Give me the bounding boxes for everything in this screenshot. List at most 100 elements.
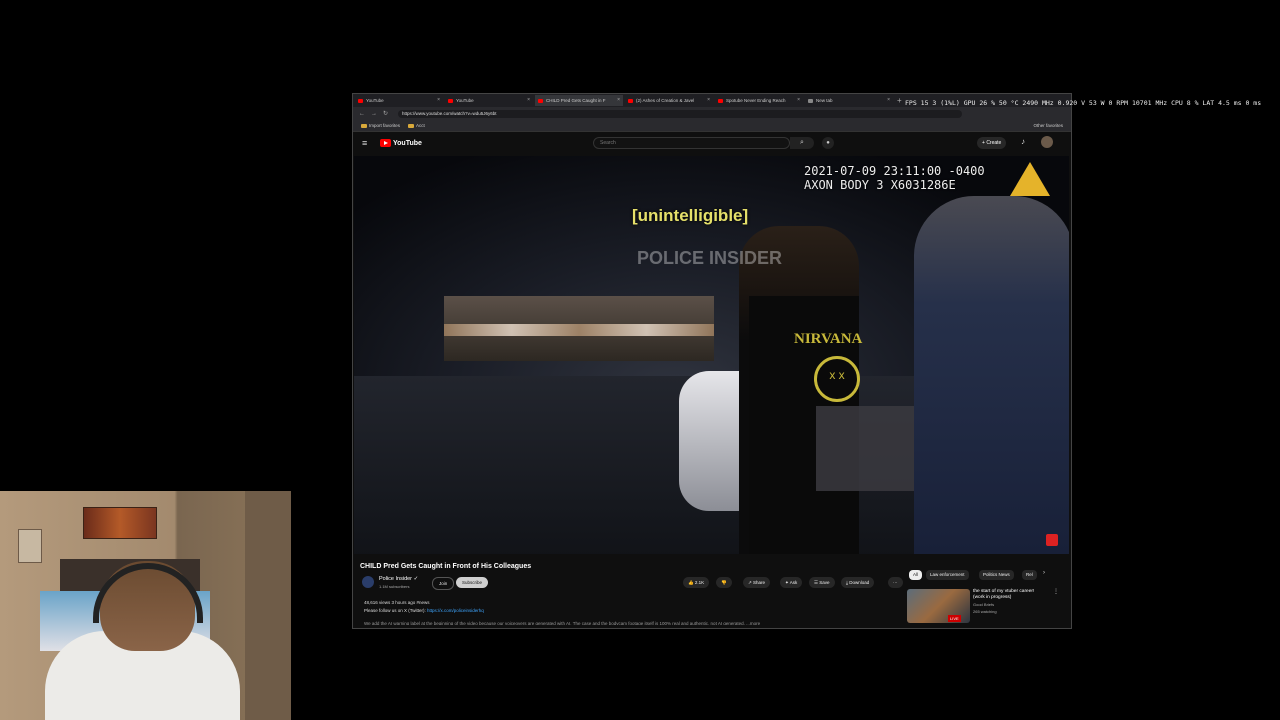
video-caption: [unintelligible] (632, 206, 749, 225)
address-bar: ← → ↻ https://www.youtube.com/watch?v=wd… (353, 107, 1071, 120)
download-button[interactable]: ⤓ Download (841, 577, 875, 588)
new-tab-button[interactable]: + (897, 96, 902, 105)
share-button[interactable]: ↗ Share (743, 577, 771, 588)
youtube-icon (448, 98, 453, 103)
webcam-feed (0, 491, 291, 720)
bookmark-label: Acct (416, 123, 425, 128)
chip-politics-news[interactable]: Politics News (979, 570, 1014, 580)
reload-icon[interactable]: ↻ (383, 110, 388, 117)
close-tab-icon[interactable]: × (527, 97, 530, 103)
chip-all[interactable]: All (909, 570, 923, 580)
logo-text: YouTube (393, 139, 422, 147)
channel-name-text: Police Insider (379, 576, 413, 582)
webcam-painting (83, 507, 157, 539)
browser-window: YouTube × YouTube × CHILD Pred Gets Caught… (352, 93, 1072, 629)
create-button[interactable]: + Create (977, 137, 1007, 149)
bookmarks-bar: Import favorites Acct Other favorites (353, 120, 1071, 132)
forward-icon[interactable]: → (371, 111, 377, 117)
chip-related[interactable]: Rel (1022, 570, 1037, 580)
youtube-play-icon (380, 139, 391, 147)
video-player[interactable]: NIRVANA x x 2021-07-09 23:11:00 -0400 AX… (354, 156, 1069, 554)
save-button[interactable]: ☰ Save (809, 577, 835, 588)
download-label: Download (849, 580, 870, 585)
follow-text: Please follow us on X (Twitter): (364, 608, 428, 613)
tab-label: YouTube (456, 98, 474, 103)
notifications-bell-icon[interactable]: ♪ (1021, 137, 1025, 146)
subscriber-count: 1.1M subscribers (379, 584, 410, 589)
tab-5[interactable]: Spotube Never Ending Reach × (715, 95, 803, 106)
close-tab-icon[interactable]: × (797, 97, 800, 103)
share-label: Share (753, 580, 766, 585)
close-tab-icon[interactable]: × (437, 97, 440, 103)
microphone-icon[interactable]: ● (822, 137, 834, 149)
create-label: Create (986, 140, 1002, 146)
channel-avatar[interactable] (362, 576, 374, 588)
ask-button[interactable]: ✦ Ask (780, 577, 803, 588)
views-line: 48,616 views 3 hours ago #news (364, 600, 430, 605)
chip-law-enforcement[interactable]: Law enforcement (926, 570, 969, 580)
folder-icon (408, 123, 415, 128)
twitter-link[interactable]: https://x.com/policeinsiderhq (427, 608, 484, 613)
verified-icon: ✓ (413, 576, 419, 582)
video-person-officer (914, 196, 1069, 554)
follow-line: Please follow us on X (Twitter): https:/… (364, 608, 484, 613)
video-title: CHILD Pred Gets Caught in Front of His C… (360, 563, 532, 570)
blank-page-icon (808, 98, 813, 103)
performance-overlay: FPS 15 3 (1%L) GPU 26 % 50 °C 2490 MHz 0… (905, 99, 1262, 107)
thumbs-up-icon: 👍 (688, 580, 695, 585)
channel-name[interactable]: Police Insider ✓ (379, 576, 418, 582)
live-badge: LIVE (948, 615, 961, 622)
url-input[interactable]: https://www.youtube.com/watch?v=wdu5J6y6… (398, 109, 963, 118)
recommendation-watching: 265 watching (973, 609, 997, 614)
youtube-icon (718, 98, 723, 103)
webcam-poster (18, 529, 42, 563)
dislike-button[interactable]: 👎 (716, 577, 732, 588)
chevron-right-icon[interactable]: › (1043, 570, 1045, 576)
recommendation-channel[interactable]: Good Briefs (973, 602, 994, 607)
shirt-text: NIRVANA (794, 331, 863, 347)
search-icon[interactable]: ⌕ (790, 137, 814, 149)
tab-1[interactable]: YouTube × (355, 95, 443, 106)
bookmark-import[interactable]: Import favorites (361, 123, 400, 128)
account-avatar[interactable] (1041, 136, 1053, 148)
timestamp-line: 2021-07-09 23:11:00 -0400 (804, 164, 985, 178)
subscribe-button[interactable]: Subscribe (456, 577, 489, 588)
tab-label: YouTube (366, 98, 384, 103)
description-text[interactable]: We add the AI warning label at the begin… (364, 621, 834, 625)
tab-2[interactable]: YouTube × (445, 95, 533, 106)
bookmark-label: Import favorites (369, 123, 401, 128)
more-vertical-icon[interactable]: ⋮ (1053, 588, 1059, 595)
bookmark-acct[interactable]: Acct (408, 123, 425, 128)
bodycam-timestamp: 2021-07-09 23:11:00 -0400 AXON BODY 3 X6… (804, 164, 985, 192)
recommendation-title[interactable]: the start of my vtuber career! (work in … (973, 589, 1043, 601)
hamburger-menu-icon[interactable]: ≡ (362, 138, 367, 148)
more-actions-button[interactable]: ⋯ (888, 577, 903, 588)
more-horizontal-icon: ⋯ (893, 580, 898, 585)
youtube-logo[interactable]: YouTube (380, 139, 422, 147)
tab-label: Spotube Never Ending Reach (726, 98, 786, 103)
tab-4[interactable]: (2) Ashes of Creation & Javel × (625, 95, 713, 106)
close-tab-icon[interactable]: × (887, 97, 890, 103)
tab-3[interactable]: CHILD Pred Gets Caught in F × (535, 95, 623, 106)
youtube-icon (358, 98, 363, 103)
video-scene-lights (444, 324, 714, 336)
save-label: Save (819, 580, 830, 585)
other-bookmarks[interactable]: Other favorites (1033, 123, 1063, 128)
tab-label: CHILD Pred Gets Caught in F (546, 98, 606, 103)
channel-branding-icon[interactable] (1046, 534, 1058, 546)
webcam-door (245, 491, 291, 720)
back-icon[interactable]: ← (359, 111, 365, 117)
close-tab-icon[interactable]: × (707, 97, 710, 103)
folder-icon (361, 123, 367, 128)
join-button[interactable]: Join (432, 577, 455, 590)
like-count: 2.1K (694, 580, 705, 585)
search-input[interactable]: Search (593, 137, 790, 149)
axon-logo-icon (1010, 162, 1050, 196)
youtube-icon (628, 98, 633, 103)
thumbs-down-icon: 👎 (721, 580, 727, 585)
video-watermark: POLICE INSIDER (637, 248, 783, 268)
like-button[interactable]: 👍 2.1K (683, 577, 710, 588)
close-tab-icon[interactable]: × (617, 97, 620, 103)
tab-6[interactable]: New tab × (805, 95, 893, 106)
youtube-icon (538, 98, 543, 103)
